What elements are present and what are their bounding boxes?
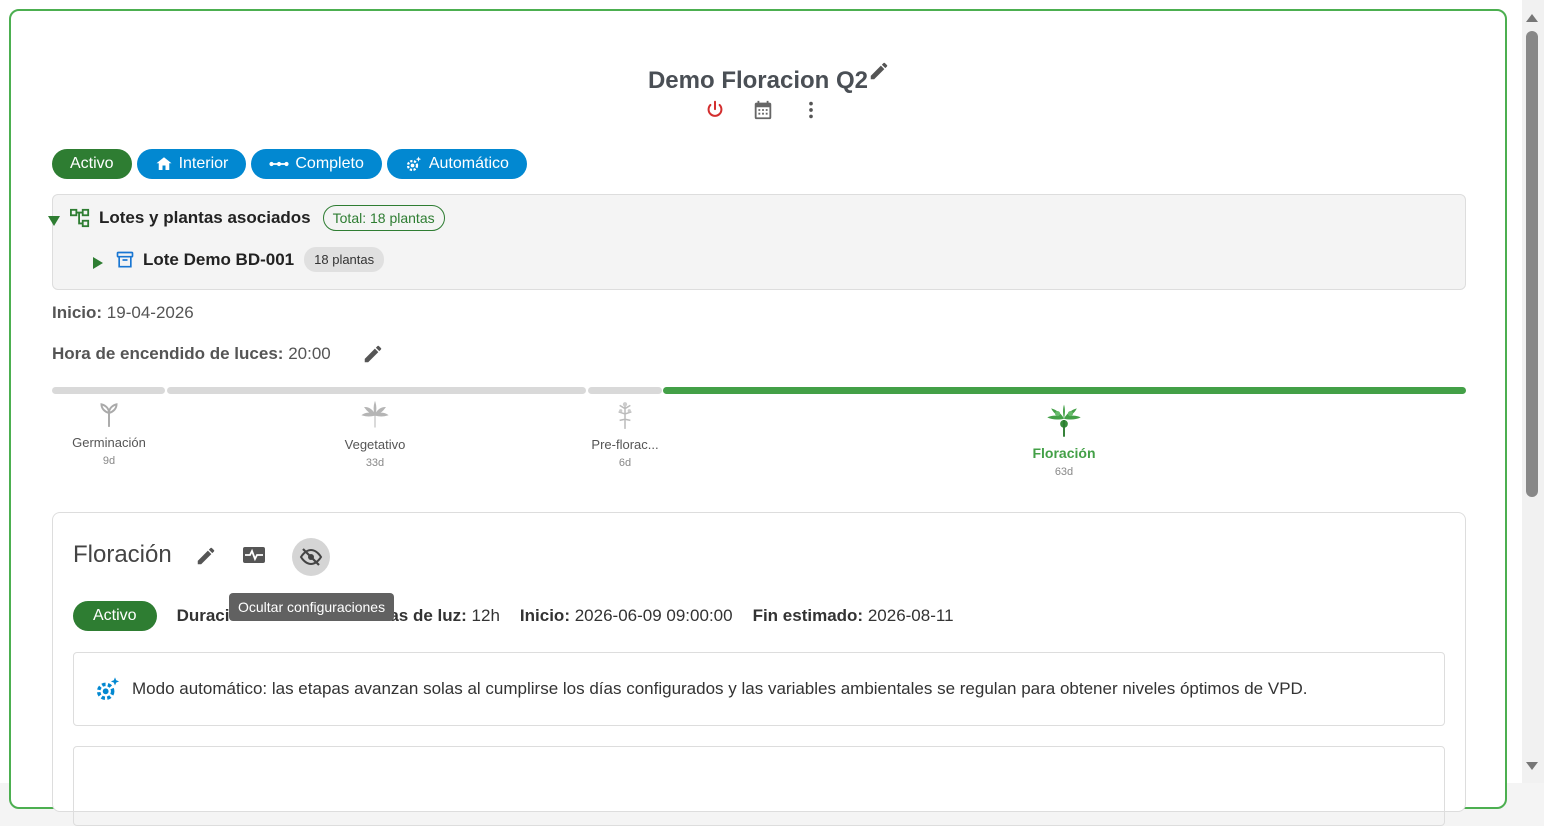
status-chips: Activo Interior Completo Automático (52, 149, 527, 179)
chip-activo[interactable]: Activo (52, 149, 132, 179)
title-row: Demo Floracion Q2 (11, 67, 1505, 95)
inicio-info: Inicio: 19-04-2026 (52, 303, 194, 323)
stage-track-prefloracion (588, 387, 662, 394)
pre-flower-icon (618, 402, 632, 429)
collapse-lotes-toggle[interactable] (48, 216, 60, 226)
flower-icon (1047, 404, 1081, 437)
stage-inicio-value: 2026-06-09 09:00:00 (574, 606, 733, 625)
auto-gear-icon (96, 677, 120, 701)
lote-item[interactable]: Lote Demo BD-001 18 plantas (93, 247, 385, 272)
stage-vegetativo[interactable]: Vegetativo 33d (325, 400, 425, 469)
stage-inicio-label: Inicio: (519, 606, 570, 625)
lotes-header[interactable]: Lotes y plantas asociados Total: 18 plan… (69, 205, 445, 231)
tree-structure-icon (70, 208, 90, 228)
expand-lote-toggle[interactable] (93, 256, 103, 269)
stage-status-row: Activo Duración: 52/63 días Horas de luz… (73, 601, 954, 631)
auto-gear-icon (406, 156, 421, 172)
sprout-icon (100, 403, 118, 427)
chip-completo[interactable]: Completo (251, 149, 382, 179)
hora-label: Hora de encendido de luces: (52, 344, 284, 363)
more-options-button[interactable] (795, 98, 827, 122)
lotes-tree: Lotes y plantas asociados Total: 18 plan… (48, 194, 1466, 290)
title-actions (699, 98, 827, 122)
tooltip: Ocultar configuraciones (229, 593, 395, 621)
stage-status-chip[interactable]: Activo (73, 601, 157, 631)
stage-detail-panel: Floración Ocultar configuraciones Activo… (52, 512, 1466, 826)
power-icon (707, 100, 723, 117)
hide-config-button[interactable] (292, 538, 330, 576)
edit-stage-button[interactable] (193, 543, 219, 569)
eye-off-icon (299, 548, 323, 566)
stage-name: Pre-florac... (591, 437, 659, 452)
stage-name: Vegetativo (344, 437, 406, 452)
edit-title-button[interactable] (868, 60, 890, 82)
pencil-icon (870, 62, 888, 80)
stage-floracion[interactable]: Floración 63d (1014, 402, 1114, 478)
inicio-label: Inicio: (52, 303, 103, 322)
calendar-button[interactable] (747, 98, 779, 122)
chip-label: Automático (428, 155, 509, 172)
hora-info: Hora de encendido de luces: 20:00 (52, 344, 331, 364)
stage-days: 9d (102, 455, 116, 467)
monitor-heart-icon (243, 547, 265, 563)
calendar-icon (754, 100, 772, 120)
fin-label: Fin estimado: (752, 606, 864, 625)
stage-name: Floración (1032, 445, 1096, 461)
stage-name: Germinación (72, 435, 146, 450)
stage-track-floracion (663, 387, 1466, 394)
home-icon (156, 157, 172, 170)
stage-days: 6d (618, 457, 632, 469)
power-button[interactable] (699, 98, 731, 122)
stage-prefloracion[interactable]: Pre-florac... 6d (575, 400, 675, 469)
scroll-up-arrow[interactable] (1526, 14, 1538, 22)
cycle-card: Demo Floracion Q2 Activo Interior Comple… (9, 9, 1507, 826)
fin-value: 2026-08-11 (867, 606, 954, 625)
stage-track-germinacion (52, 387, 165, 394)
chip-label: Activo (70, 155, 114, 172)
lote-plants-badge: 18 plantas (304, 247, 385, 272)
dots-line-icon (269, 161, 289, 167)
edit-hora-button[interactable] (361, 342, 385, 366)
pencil-icon (364, 345, 382, 363)
pencil-icon (197, 547, 215, 565)
panel-title: Floración (73, 541, 172, 568)
horas-value: 12h (471, 606, 500, 625)
fin-info: Fin estimado: 2026-08-11 (753, 606, 954, 626)
stage-days: 63d (1054, 466, 1074, 478)
chip-automatico[interactable]: Automático (386, 149, 527, 179)
monitor-button[interactable] (241, 543, 267, 569)
lotes-title: Lotes y plantas asociados (99, 208, 311, 227)
stage-track-vegetativo (167, 387, 586, 394)
lote-name: Lote Demo BD-001 (143, 249, 295, 269)
vertical-scrollbar[interactable] (1522, 0, 1544, 783)
chip-label: Interior (178, 155, 229, 172)
stage-days: 33d (365, 457, 385, 469)
page: Demo Floracion Q2 Activo Interior Comple… (0, 0, 1522, 826)
auto-mode-text: Modo automático: las etapas avanzan sola… (132, 679, 1308, 698)
stage-germinacion[interactable]: Germinación 9d (59, 400, 159, 467)
leaf-icon (361, 400, 389, 428)
scroll-down-arrow[interactable] (1526, 762, 1538, 770)
chip-interior[interactable]: Interior (136, 149, 247, 179)
archive-box-icon (116, 251, 134, 267)
inicio-value: 19-04-2026 (106, 303, 194, 322)
more-vert-icon (809, 101, 813, 119)
next-section-box (73, 746, 1445, 826)
total-plants-badge: Total: 18 plantas (322, 205, 445, 231)
scroll-thumb[interactable] (1526, 31, 1538, 497)
chip-label: Completo (295, 155, 364, 172)
hora-value: 20:00 (288, 344, 331, 363)
page-title: Demo Floracion Q2 (647, 67, 869, 94)
auto-mode-notice: Modo automático: las etapas avanzan sola… (73, 652, 1445, 726)
stage-inicio-info: Inicio: 2026-06-09 09:00:00 (520, 606, 733, 626)
